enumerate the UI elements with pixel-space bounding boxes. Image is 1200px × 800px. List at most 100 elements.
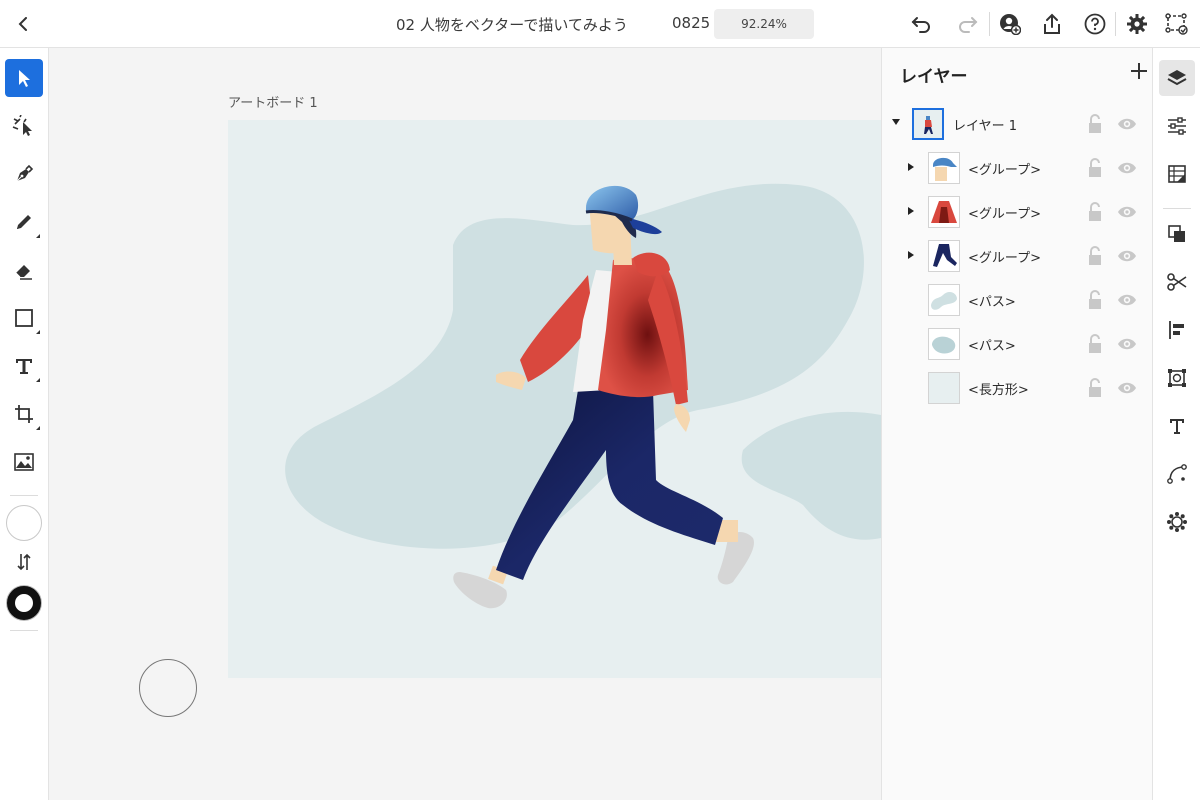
pen-tool-button[interactable]: [5, 155, 43, 193]
artboard-label[interactable]: アートボード 1: [228, 92, 318, 111]
toolbar-divider: [1115, 12, 1116, 36]
scissors-icon[interactable]: [1159, 264, 1195, 300]
curve-path-icon[interactable]: [1159, 456, 1195, 492]
unlocked-icon[interactable]: [1086, 378, 1104, 398]
visibility-eye-icon[interactable]: [1117, 116, 1137, 132]
unlocked-icon[interactable]: [1086, 334, 1104, 354]
pencil-icon: [17, 215, 31, 229]
text-tool-button[interactable]: [5, 347, 43, 385]
swap-fill-stroke-icon[interactable]: [14, 552, 34, 572]
layer-thumbnail: [928, 284, 960, 316]
undo-icon[interactable]: [910, 12, 934, 36]
toolbar-divider: [1163, 208, 1191, 209]
layer-name: レイヤー 1: [953, 119, 1018, 134]
zoom-level-field[interactable]: 92.24%: [714, 9, 814, 39]
layer-thumbnail: [928, 240, 960, 272]
layer-name: <グループ>: [968, 207, 1042, 222]
layer-row-path[interactable]: <パス>: [882, 324, 1153, 364]
touch-shortcut-circle[interactable]: [139, 659, 197, 717]
background-blob-small: [741, 411, 881, 540]
visibility-eye-icon[interactable]: [1117, 292, 1137, 308]
background-blob-large: [285, 183, 864, 549]
share-export-icon[interactable]: [1040, 12, 1064, 36]
rectangle-icon: [15, 309, 33, 327]
layer-row-group-jacket[interactable]: <グループ>: [882, 192, 1153, 232]
tool-options-indicator: [36, 426, 40, 430]
layer-row-layer-1[interactable]: レイヤー 1: [882, 104, 1153, 144]
layer-thumbnail: [928, 196, 960, 228]
prototype-icon[interactable]: [1165, 12, 1189, 36]
stroke-color-swatch[interactable]: [7, 586, 41, 620]
add-layer-icon[interactable]: [1128, 60, 1150, 82]
libraries-icon[interactable]: [1159, 156, 1195, 192]
image-icon: [14, 453, 34, 471]
document-version: 0825: [672, 14, 711, 32]
layer-name: <パス>: [968, 339, 1016, 354]
settings-gear-icon[interactable]: [1125, 12, 1149, 36]
redo-icon[interactable]: [955, 12, 979, 36]
visibility-eye-icon[interactable]: [1117, 380, 1137, 396]
fill-color-swatch[interactable]: [6, 505, 42, 541]
artboard-illustration: [285, 183, 881, 609]
align-left-icon[interactable]: [1159, 312, 1195, 348]
unlocked-icon[interactable]: [1086, 202, 1104, 222]
direct-select-icon: [12, 115, 32, 136]
pencil-tool-button[interactable]: [5, 203, 43, 241]
top-bar: 02 人物をベクターで描いてみよう 0825 92.24%: [0, 0, 1200, 48]
eraser-tool-button[interactable]: [5, 251, 43, 289]
toolbar-divider: [989, 12, 990, 36]
pathfinder-icon[interactable]: [1159, 216, 1195, 252]
layers-panel: レイヤー レイヤー 1 <グループ> <グループ> <グループ> <パス> <パ…: [881, 48, 1152, 800]
expand-triangle-icon[interactable]: [908, 207, 914, 215]
layer-thumbnail: [928, 372, 960, 404]
expand-triangle-icon[interactable]: [908, 251, 914, 259]
visibility-eye-icon[interactable]: [1117, 160, 1137, 176]
pen-nib-icon: [16, 164, 34, 182]
expand-triangle-icon[interactable]: [908, 163, 914, 171]
document-title[interactable]: 02 人物をベクターで描いてみよう: [396, 14, 628, 35]
type-properties-icon[interactable]: [1159, 408, 1195, 444]
layer-name: <長方形>: [968, 383, 1029, 398]
layer-name: <グループ>: [968, 163, 1042, 178]
tool-options-indicator: [36, 330, 40, 334]
layers-panel-title: レイヤー: [900, 67, 968, 87]
layer-thumbnail: [912, 108, 944, 140]
visibility-eye-icon[interactable]: [1117, 336, 1137, 352]
unlocked-icon[interactable]: [1086, 158, 1104, 178]
properties-sliders-icon[interactable]: [1159, 108, 1195, 144]
tool-options-indicator: [36, 234, 40, 238]
left-toolbar: [0, 48, 49, 800]
eraser-icon: [15, 265, 32, 280]
layer-row-group-pants[interactable]: <グループ>: [882, 236, 1153, 276]
transform-box-icon[interactable]: [1159, 360, 1195, 396]
toolbar-divider: [10, 630, 38, 631]
unlocked-icon[interactable]: [1086, 246, 1104, 266]
arrow-pointer-icon: [19, 70, 30, 87]
select-tool-button[interactable]: [5, 59, 43, 97]
visibility-eye-icon[interactable]: [1117, 248, 1137, 264]
help-icon[interactable]: [1083, 12, 1107, 36]
type-t-icon: [16, 359, 32, 374]
direct-select-tool-button[interactable]: [5, 107, 43, 145]
unlocked-icon[interactable]: [1086, 290, 1104, 310]
layer-name: <パス>: [968, 295, 1016, 310]
transform-tool-button[interactable]: [5, 395, 43, 433]
symbol-cog-icon[interactable]: [1159, 504, 1195, 540]
layers-icon[interactable]: [1159, 60, 1195, 96]
image-tool-button[interactable]: [5, 443, 43, 481]
invite-user-icon[interactable]: [998, 12, 1022, 36]
artboard[interactable]: [228, 120, 881, 678]
layer-thumbnail: [928, 152, 960, 184]
collapse-triangle-icon[interactable]: [892, 119, 900, 125]
layer-name: <グループ>: [968, 251, 1042, 266]
unlocked-icon[interactable]: [1086, 114, 1104, 134]
visibility-eye-icon[interactable]: [1117, 204, 1137, 220]
toolbar-divider: [10, 495, 38, 496]
layer-row-group-cap[interactable]: <グループ>: [882, 148, 1153, 188]
rectangle-tool-button[interactable]: [5, 299, 43, 337]
right-toolbar: [1152, 48, 1200, 800]
layer-thumbnail: [928, 328, 960, 360]
layer-row-path[interactable]: <パス>: [882, 280, 1153, 320]
back-icon[interactable]: [12, 12, 36, 36]
layer-row-rectangle[interactable]: <長方形>: [882, 368, 1153, 408]
